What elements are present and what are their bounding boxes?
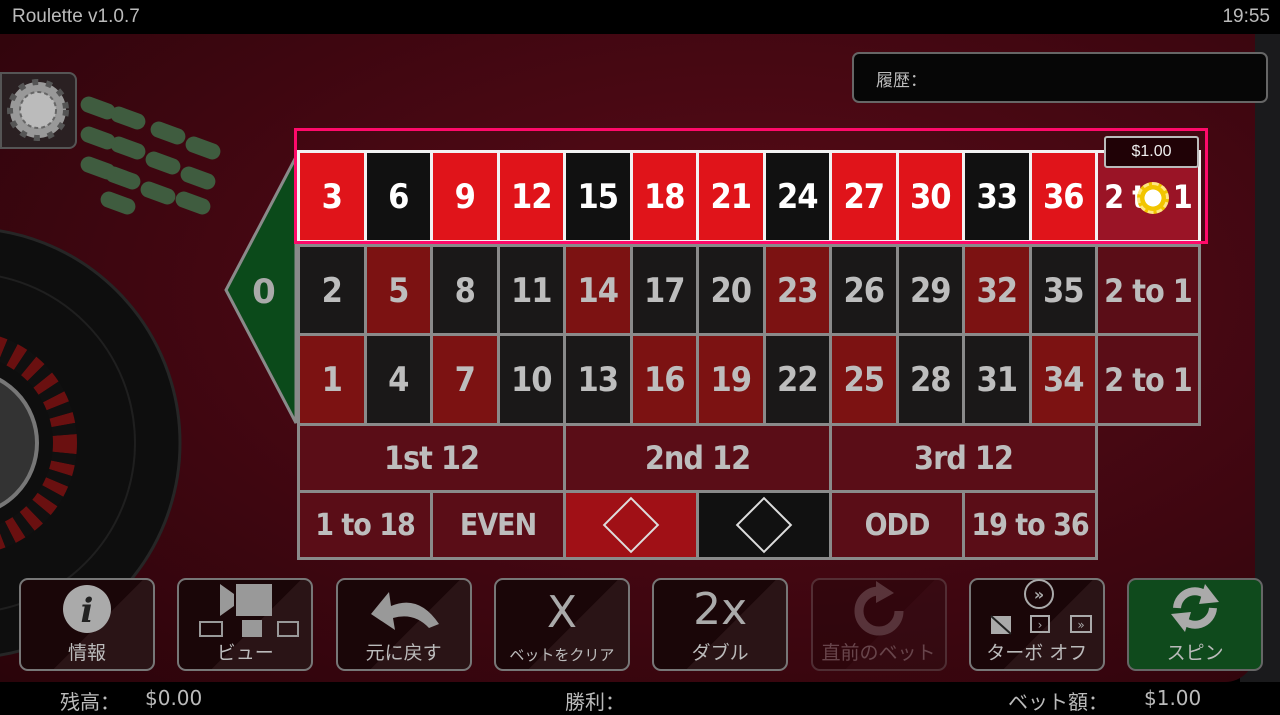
poker-chip-icon <box>7 79 69 141</box>
info-button[interactable]: i 情報 <box>19 578 155 671</box>
history-panel: 履歴： <box>852 52 1268 103</box>
app-title: Roulette v1.0.7 <box>12 6 140 27</box>
number-cell-15[interactable]: 15 <box>563 150 633 243</box>
number-cell-27[interactable]: 27 <box>829 150 899 243</box>
number-cell-12[interactable]: 12 <box>496 150 566 243</box>
low-bet[interactable]: 1 to 18 <box>297 490 433 560</box>
red-bet[interactable] <box>563 490 699 560</box>
number-cell-19[interactable]: 19 <box>696 333 766 426</box>
number-cell-10[interactable]: 10 <box>496 333 566 426</box>
zero-label: 0 <box>252 272 276 312</box>
number-cell-18[interactable]: 18 <box>629 150 699 243</box>
number-cell-22[interactable]: 22 <box>762 333 832 426</box>
diamond-icon <box>735 496 793 554</box>
chip-select-button[interactable] <box>0 72 77 149</box>
even-bet[interactable]: EVEN <box>430 490 566 560</box>
dozen-bet-1[interactable]: 1st 12 <box>297 423 566 493</box>
balance-label: 残高： <box>60 690 120 714</box>
number-cell-13[interactable]: 13 <box>563 333 633 426</box>
dozen-bet-2[interactable]: 2nd 12 <box>563 423 832 493</box>
redo-icon <box>854 580 904 638</box>
double-label: ダブル <box>691 642 749 664</box>
number-cell-36[interactable]: 36 <box>1028 150 1098 243</box>
undo-label: 元に戻す <box>365 642 442 664</box>
view-button[interactable]: ビュー <box>177 578 314 671</box>
number-cell-2[interactable]: 2 <box>297 244 367 337</box>
number-cell-5[interactable]: 5 <box>363 244 433 337</box>
column-bet-2[interactable]: 2 to 1 <box>1095 244 1201 337</box>
svg-text:i: i <box>81 591 94 631</box>
number-cell-30[interactable]: 30 <box>895 150 965 243</box>
info-label: 情報 <box>67 642 106 664</box>
double-icon: 2x <box>693 583 748 635</box>
number-cell-7[interactable]: 7 <box>430 333 500 426</box>
x-icon: X <box>546 586 577 638</box>
number-cell-33[interactable]: 33 <box>962 150 1032 243</box>
number-cell-23[interactable]: 23 <box>762 244 832 337</box>
bet-amount-tooltip: $1.00 <box>1104 136 1199 168</box>
number-cell-14[interactable]: 14 <box>563 244 633 337</box>
bet-total-label: ベット額： <box>1008 690 1108 714</box>
number-cell-35[interactable]: 35 <box>1028 244 1098 337</box>
spin-label: スピン <box>1166 642 1224 664</box>
number-cell-8[interactable]: 8 <box>430 244 500 337</box>
status-bar: 残高： $0.00 勝利： ベット額： $1.00 <box>0 682 1280 715</box>
clock: 19:55 <box>1222 6 1270 27</box>
number-cell-3[interactable]: 3 <box>297 150 367 243</box>
clear-button[interactable]: X ベットをクリア <box>493 578 630 671</box>
number-cell-1[interactable]: 1 <box>297 333 367 426</box>
bet-total-value: $1.00 <box>1144 686 1202 710</box>
spin-button[interactable]: スピン <box>1127 578 1264 671</box>
black-bet[interactable] <box>696 490 832 560</box>
title-bar: Roulette v1.0.7 19:55 <box>0 0 1280 34</box>
spin-icon <box>1165 578 1225 638</box>
odd-bet[interactable]: ODD <box>829 490 965 560</box>
turbo-icon: » › » <box>979 578 1095 638</box>
number-cell-34[interactable]: 34 <box>1028 333 1098 426</box>
number-cell-17[interactable]: 17 <box>629 244 699 337</box>
number-cell-4[interactable]: 4 <box>363 333 433 426</box>
svg-text:›: › <box>1037 618 1042 632</box>
number-cell-6[interactable]: 6 <box>363 150 433 243</box>
turbo-label: ターボ オフ <box>986 642 1088 664</box>
number-cell-11[interactable]: 11 <box>496 244 566 337</box>
high-bet[interactable]: 19 to 36 <box>962 490 1098 560</box>
rebet-button[interactable]: 直前のベット <box>810 578 947 671</box>
dozen-bet-3[interactable]: 3rd 12 <box>829 423 1098 493</box>
column-bet-1[interactable]: 2 to 1 <box>1095 333 1201 426</box>
svg-text:»: » <box>1034 585 1044 604</box>
undo-arrow-icon <box>359 580 449 638</box>
number-cell-9[interactable]: 9 <box>430 150 500 243</box>
clear-label: ベットをクリア <box>509 646 615 664</box>
number-cell-20[interactable]: 20 <box>696 244 766 337</box>
turbo-button[interactable]: » › » ターボ オフ <box>968 578 1105 671</box>
number-cell-24[interactable]: 24 <box>762 150 832 243</box>
view-label: ビュー <box>216 642 274 664</box>
placed-chip[interactable] <box>1137 182 1169 214</box>
svg-text:»: » <box>1077 618 1084 632</box>
history-label: 履歴： <box>876 71 927 91</box>
number-cell-28[interactable]: 28 <box>895 333 965 426</box>
number-cell-16[interactable]: 16 <box>629 333 699 426</box>
camera-view-icon <box>190 580 300 638</box>
double-button[interactable]: 2x ダブル <box>652 578 789 671</box>
diamond-icon <box>602 496 660 554</box>
balance-value: $0.00 <box>145 686 203 710</box>
rebet-label: 直前のベット <box>821 642 936 664</box>
number-cell-31[interactable]: 31 <box>962 333 1032 426</box>
number-cell-29[interactable]: 29 <box>895 244 965 337</box>
win-label: 勝利： <box>565 690 625 714</box>
zero-cell[interactable]: 0 <box>224 155 298 425</box>
undo-button[interactable]: 元に戻す <box>335 578 472 671</box>
number-cell-21[interactable]: 21 <box>696 150 766 243</box>
number-cell-32[interactable]: 32 <box>962 244 1032 337</box>
info-icon: i <box>60 580 114 638</box>
number-cell-25[interactable]: 25 <box>829 333 899 426</box>
number-cell-26[interactable]: 26 <box>829 244 899 337</box>
